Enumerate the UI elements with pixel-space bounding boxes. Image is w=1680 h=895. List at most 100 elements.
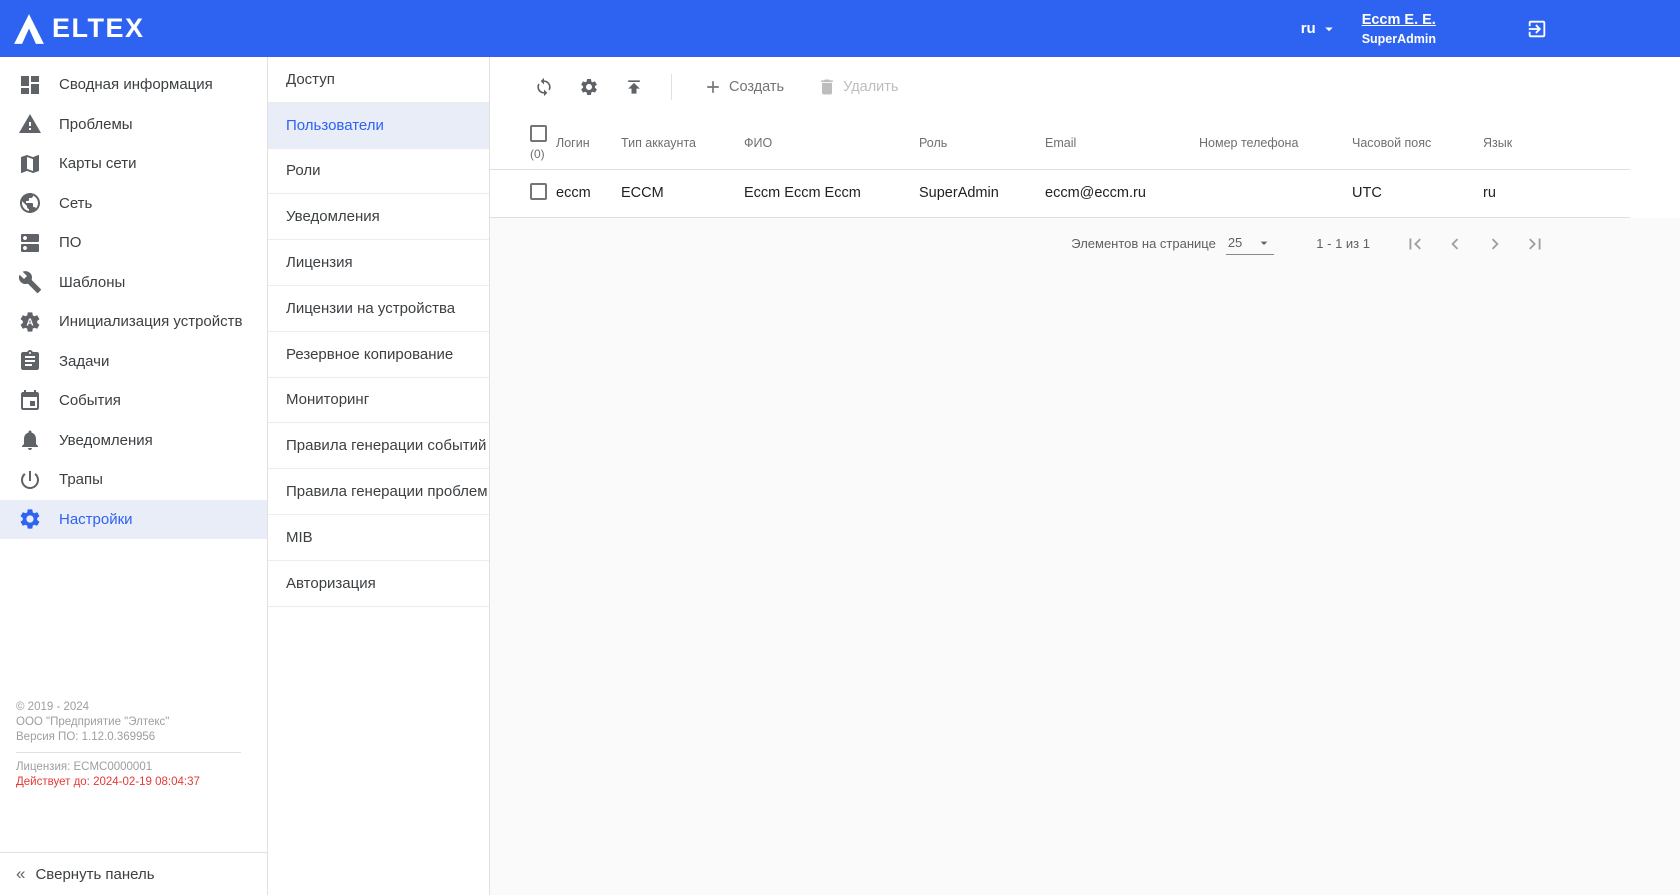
topbar: ELTEX ru Eccm E. E. SuperAdmin [0,0,1680,57]
sidebar-item-label: Задачи [59,353,109,370]
sidebar-item-problems[interactable]: Проблемы [0,105,267,145]
sidebar-item-label: Трапы [59,471,103,488]
submenu-item-access[interactable]: Доступ [268,57,489,103]
column-header-role[interactable]: Роль [911,117,1037,169]
sidebar-item-label: Инициализация устройств [59,313,242,330]
warning-icon [18,112,42,136]
import-button[interactable] [620,73,648,101]
pagination-bar: Элементов на странице 25 1 - 1 из 1 [490,218,1680,270]
logout-button[interactable] [1526,18,1548,40]
user-role: SuperAdmin [1362,32,1436,46]
submenu-item-roles[interactable]: Роли [268,149,489,195]
sidebar-item-notifications[interactable]: Уведомления [0,421,267,461]
cell-phone [1191,169,1344,217]
sidebar-item-templates[interactable]: Шаблоны [0,263,267,303]
calendar-icon [18,389,42,413]
submenu-item-notifications[interactable]: Уведомления [268,194,489,240]
submenu-item-monitoring[interactable]: Мониторинг [268,378,489,424]
submenu-item-label: Лицензии на устройства [286,300,455,317]
submenu-item-label: Уведомления [286,208,380,225]
last-page-button[interactable] [1522,231,1548,257]
bell-icon [18,428,42,452]
users-table: (0) Логин Тип аккаунта ФИО Роль Email Но… [490,117,1630,218]
collapse-chevrons-icon: « [16,864,25,884]
column-header-fio[interactable]: ФИО [736,117,911,169]
language-selector[interactable]: ru [1301,20,1338,38]
column-header-email[interactable]: Email [1037,117,1191,169]
sidebar-item-label: Уведомления [59,432,153,449]
cell-fio: Eccm Eccm Eccm [736,169,911,217]
cell-account-type: ECCM [613,169,736,217]
sidebar-footer: © 2019 - 2024 ООО "Предприятие "Элтекс" … [0,700,267,852]
submenu-item-label: Лицензия [286,254,353,271]
first-page-icon [1404,233,1426,255]
user-block: Eccm E. E. SuperAdmin [1362,11,1436,46]
submenu-item-event-rules[interactable]: Правила генерации событий [268,423,489,469]
sidebar-item-settings[interactable]: Настройки [0,500,267,540]
select-all-checkbox[interactable] [530,125,547,142]
column-header-language[interactable]: Язык [1475,117,1630,169]
per-page-label: Элементов на странице [1071,236,1216,251]
sidebar-item-traps[interactable]: Трапы [0,460,267,500]
submenu-item-license[interactable]: Лицензия [268,240,489,286]
next-page-button[interactable] [1482,231,1508,257]
sidebar-item-software[interactable]: ПО [0,223,267,263]
column-header-account-type[interactable]: Тип аккаунта [613,117,736,169]
sidebar-item-label: Сводная информация [59,76,213,93]
sidebar-item-label: Проблемы [59,116,133,133]
submenu-item-mib[interactable]: MIB [268,515,489,561]
per-page-value: 25 [1228,235,1242,250]
table-row[interactable]: eccm ECCM Eccm Eccm Eccm SuperAdmin eccm… [490,169,1630,217]
delete-button-label: Удалить [843,79,898,95]
users-toolbar: Создать Удалить [490,57,1680,117]
submenu-item-label: Пользователи [286,117,384,134]
column-header-phone[interactable]: Номер телефона [1191,117,1344,169]
submenu-item-users[interactable]: Пользователи [268,103,489,149]
map-icon [18,152,42,176]
clipboard-icon [18,349,42,373]
wrench-icon [18,270,42,294]
sidebar-item-events[interactable]: События [0,381,267,421]
submenu-item-problem-rules[interactable]: Правила генерации проблем [268,469,489,515]
dashboard-icon [18,73,42,97]
user-menu-link[interactable]: Eccm E. E. [1362,12,1436,28]
submenu-item-backup[interactable]: Резервное копирование [268,332,489,378]
main-nav: Сводная информация Проблемы Карты сети С… [0,57,267,539]
gear-icon [18,507,42,531]
chevron-right-icon [1484,233,1506,255]
create-button-label: Создать [729,79,784,95]
trash-icon [817,77,837,97]
collapse-panel-button[interactable]: « Свернуть панель [0,852,267,895]
sidebar-item-summary[interactable]: Сводная информация [0,65,267,105]
sidebar-item-network-maps[interactable]: Карты сети [0,144,267,184]
submenu-item-label: Правила генерации событий [286,437,486,454]
first-page-button[interactable] [1402,231,1428,257]
submenu-item-authorization[interactable]: Авторизация [268,561,489,607]
eltex-logo-icon [12,12,46,46]
column-header-login[interactable]: Логин [548,117,613,169]
refresh-button[interactable] [530,73,558,101]
storage-icon [18,231,42,255]
submenu-item-label: MIB [286,529,313,546]
submenu-item-label: Доступ [286,71,335,88]
sidebar-item-network[interactable]: Сеть [0,184,267,224]
row-checkbox[interactable] [530,183,547,200]
table-header-row: (0) Логин Тип аккаунта ФИО Роль Email Но… [490,117,1630,169]
sidebar-item-tasks[interactable]: Задачи [0,342,267,382]
page-range: 1 - 1 из 1 [1316,236,1370,251]
collapse-panel-label: Свернуть панель [35,866,154,883]
previous-page-button[interactable] [1442,231,1468,257]
eltex-logo-text: ELTEX [52,13,145,44]
sidebar-item-device-init[interactable]: Инициализация устройств [0,302,267,342]
table-settings-button[interactable] [575,73,603,101]
submenu-item-label: Мониторинг [286,391,369,408]
page-navigation [1402,231,1548,257]
delete-button[interactable]: Удалить [809,71,906,103]
eltex-logo[interactable]: ELTEX [12,12,145,46]
create-button[interactable]: Создать [695,71,792,103]
license-text: Лицензия: ECMC0000001 [16,760,251,775]
per-page-select[interactable]: 25 [1226,233,1274,255]
submenu-item-device-licenses[interactable]: Лицензии на устройства [268,286,489,332]
column-header-timezone[interactable]: Часовой пояс [1344,117,1475,169]
footer-divider [16,752,241,753]
